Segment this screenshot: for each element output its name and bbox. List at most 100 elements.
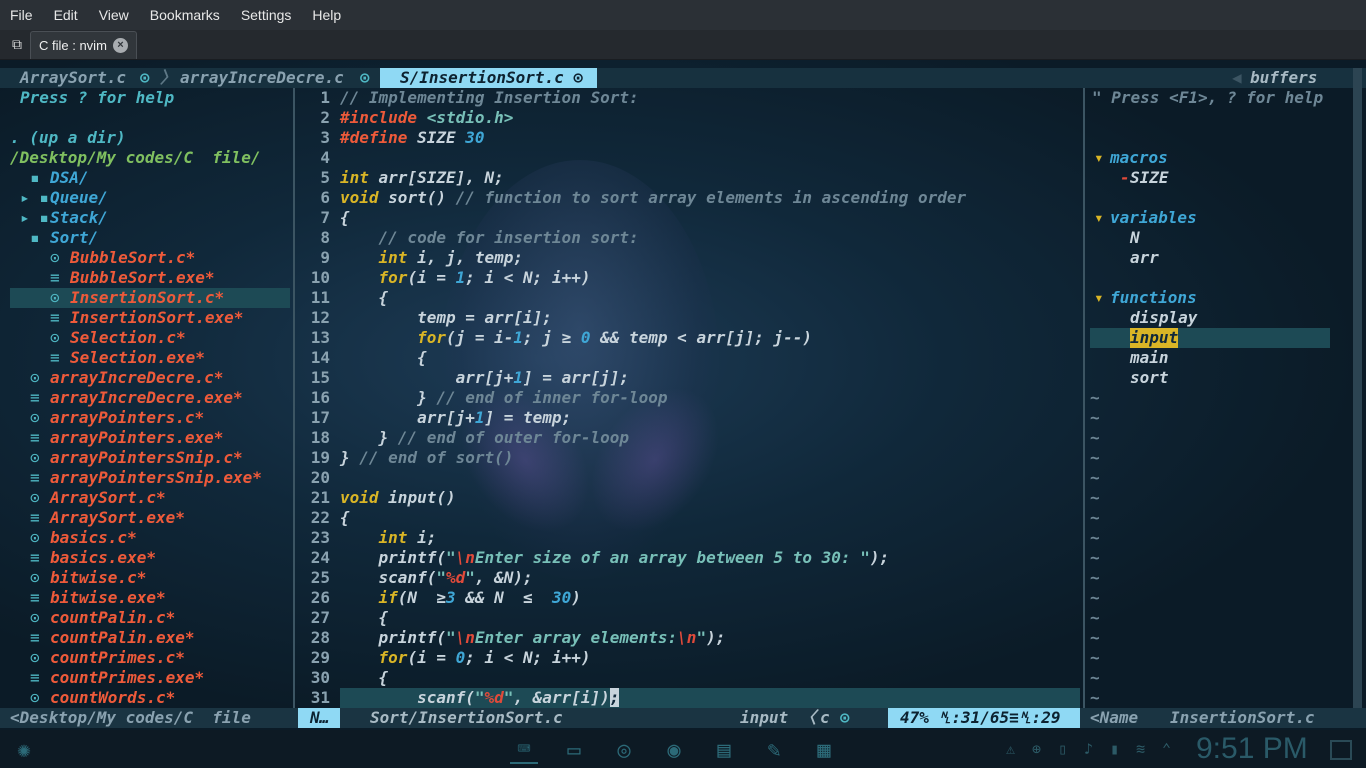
menu-help[interactable]: Help [312, 7, 341, 23]
menu-file[interactable]: File [10, 7, 33, 23]
code-line[interactable]: #include <stdio.h> [340, 108, 513, 128]
expand-arrow-icon[interactable]: ▾ [1094, 288, 1104, 308]
tab-nvim[interactable]: C file : nvim × [30, 30, 137, 59]
expand-arrow-icon[interactable]: ▾ [1094, 148, 1104, 168]
notes-icon[interactable]: ✎ [760, 736, 788, 764]
code-line[interactable]: // code for insertion sort: [340, 228, 639, 248]
buffer-tab-insertionsort[interactable]: S/InsertionSort.c ⊙ [380, 68, 598, 88]
expand-arrow-icon[interactable]: ▾ [1094, 208, 1104, 228]
tree-item[interactable]: arrayIncreDecre.exe* [50, 388, 243, 408]
split-divider-left[interactable] [293, 88, 295, 708]
scrollbar[interactable] [1353, 68, 1362, 708]
code-line[interactable]: int i; [340, 528, 437, 548]
network-icon[interactable]: ≋ [1136, 740, 1145, 758]
code-line[interactable]: printf("\nEnter size of an array between… [340, 548, 890, 568]
clipboard-icon[interactable]: ▯ [1058, 740, 1067, 758]
tagbar-item[interactable]: arr [1130, 248, 1159, 268]
app-launcher-icon[interactable]: ✺ [10, 736, 38, 764]
show-desktop-icon[interactable] [1330, 740, 1352, 760]
tree-item[interactable]: countWords.c* [50, 688, 175, 708]
volume-icon[interactable]: ♪ [1084, 740, 1093, 758]
code-line[interactable]: printf("\nEnter array elements:\n"); [340, 628, 726, 648]
settings-app-icon[interactable]: ▦ [810, 736, 838, 764]
tagbar-item[interactable]: sort [1130, 368, 1169, 388]
browser-icon[interactable]: ◎ [610, 736, 638, 764]
code-line[interactable]: { [340, 288, 389, 308]
tree-item[interactable]: basics.c* [50, 528, 137, 548]
code-line[interactable]: { [340, 348, 427, 368]
code-line[interactable]: } // end of sort() [340, 448, 513, 468]
tree-item[interactable]: countPrimes.exe* [50, 668, 204, 688]
code-line[interactable]: { [340, 208, 350, 228]
tree-item[interactable]: Sort/ [50, 228, 98, 248]
buffer-tab-arraysort[interactable]: ArraySort.c [20, 68, 126, 88]
tree-item[interactable]: countPrimes.c* [50, 648, 185, 668]
code-line[interactable]: { [340, 668, 389, 688]
terminal-area[interactable]: ArraySort.c ⊙ 〉 arrayIncreDecre.c ⊙ S/In… [0, 60, 1366, 730]
tagbar-item[interactable]: input [1130, 328, 1179, 348]
tree-item[interactable]: bitwise.c* [50, 568, 146, 588]
menu-settings[interactable]: Settings [241, 7, 292, 23]
code-line[interactable]: // Implementing Insertion Sort: [340, 88, 639, 108]
tree-item[interactable]: InsertionSort.exe* [70, 308, 243, 328]
tagbar-group-functions[interactable]: functions [1110, 288, 1197, 308]
tree-item[interactable]: ArraySort.c* [50, 488, 166, 508]
code-line[interactable]: scanf("%d", &N); [340, 568, 533, 588]
tree-item[interactable]: countPalin.c* [50, 608, 175, 628]
tree-item[interactable]: InsertionSort.c* [70, 288, 224, 308]
code-line[interactable]: void input() [340, 488, 456, 508]
tree-item[interactable]: Selection.c* [70, 328, 186, 348]
code-line[interactable]: scanf("%d", &arr[i]); [340, 688, 620, 708]
code-line[interactable]: #define SIZE 30 [340, 128, 485, 148]
tagbar-item[interactable]: display [1130, 308, 1197, 328]
tree-item[interactable]: basics.exe* [50, 548, 156, 568]
updates-icon[interactable]: ⊕ [1032, 740, 1041, 758]
split-divider-right[interactable] [1083, 88, 1085, 708]
code-line[interactable]: if(N ≥3 && N ≤ 30) [340, 588, 581, 608]
code-line[interactable]: arr[j+1] = temp; [340, 408, 571, 428]
text-editor-icon[interactable]: ▤ [710, 736, 738, 764]
tree-item[interactable]: ArraySort.exe* [50, 508, 185, 528]
tagbar-group-variables[interactable]: variables [1110, 208, 1197, 228]
buffer-tab-arrayincredecre[interactable]: arrayIncreDecre.c [180, 68, 344, 88]
code-line[interactable]: for(j = i-1; j ≥ 0 && temp < arr[j]; j--… [340, 328, 812, 348]
firefox-icon[interactable]: ◉ [660, 736, 688, 764]
tree-item[interactable]: BubbleSort.exe* [70, 268, 215, 288]
code-line[interactable]: arr[j+1] = arr[j]; [340, 368, 629, 388]
code-line[interactable]: temp = arr[i]; [340, 308, 552, 328]
tree-item[interactable]: DSA/ [50, 168, 89, 188]
code-line[interactable]: { [340, 608, 389, 628]
close-tab-icon[interactable]: × [112, 37, 128, 53]
terminal-app-icon[interactable]: ⌨ [510, 736, 538, 764]
tree-item[interactable]: Queue/ [50, 188, 108, 208]
new-tab-icon[interactable]: ⧉ [6, 34, 28, 56]
code-line[interactable]: for(i = 0; i < N; i++) [340, 648, 591, 668]
tree-item[interactable]: arrayPointersSnip.exe* [50, 468, 262, 488]
tree-item[interactable]: countPalin.exe* [50, 628, 195, 648]
tree-item[interactable]: BubbleSort.c* [70, 248, 195, 268]
battery-icon[interactable]: ▮ [1110, 740, 1119, 758]
menu-edit[interactable]: Edit [54, 7, 78, 23]
tagbar-group-macros[interactable]: macros [1110, 148, 1168, 168]
tree-item[interactable]: arrayPointers.c* [50, 408, 204, 428]
tree-item[interactable]: Stack/ [50, 208, 108, 228]
tree-item[interactable]: arrayPointersSnip.c* [50, 448, 243, 468]
tagbar-item[interactable]: SIZE [1130, 168, 1169, 188]
notifications-icon[interactable]: ⚠ [1006, 740, 1015, 758]
menu-view[interactable]: View [99, 7, 129, 23]
code-line[interactable]: void sort() // function to sort array el… [340, 188, 966, 208]
code-line[interactable]: } // end of outer for-loop [340, 428, 629, 448]
tree-item[interactable]: arrayIncreDecre.c* [50, 368, 223, 388]
file-manager-icon[interactable]: ▭ [560, 736, 588, 764]
code-line[interactable]: { [340, 508, 350, 528]
tray-expand-icon[interactable]: ⌃ [1162, 740, 1171, 758]
code-line[interactable]: } // end of inner for-loop [340, 388, 667, 408]
tree-item[interactable]: arrayPointers.exe* [50, 428, 223, 448]
code-line[interactable]: for(i = 1; i < N; i++) [340, 268, 591, 288]
tree-item[interactable]: bitwise.exe* [50, 588, 166, 608]
tagbar-item[interactable]: main [1130, 348, 1169, 368]
tree-up-dir[interactable]: . (up a dir) [10, 128, 126, 148]
code-line[interactable]: int arr[SIZE], N; [340, 168, 504, 188]
clock[interactable]: 9:51 PM [1196, 730, 1308, 768]
tagbar-item[interactable]: N [1130, 228, 1140, 248]
